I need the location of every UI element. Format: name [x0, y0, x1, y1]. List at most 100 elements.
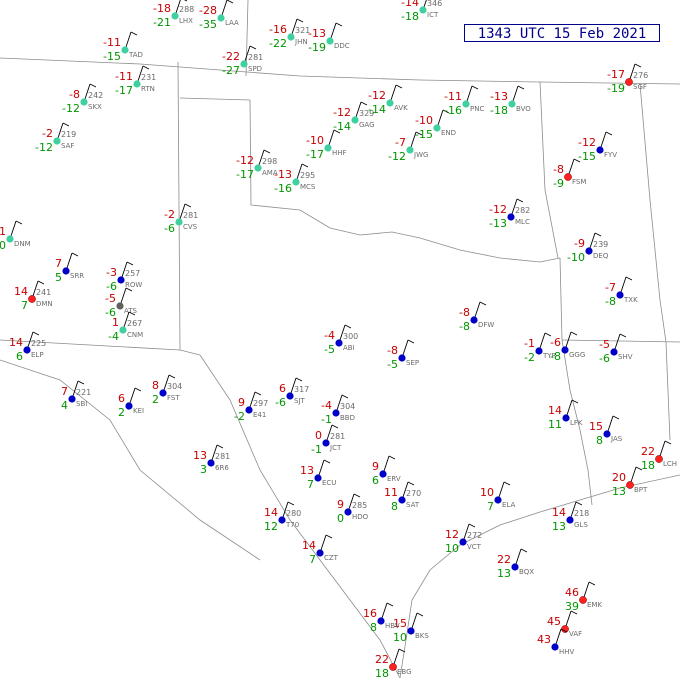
station-id-label: SGF [633, 83, 647, 91]
temperature-value: 0 [315, 429, 322, 442]
dewpoint-value: -22 [269, 37, 287, 50]
sky-cover-marker [344, 508, 352, 516]
pressure-value: 241 [36, 288, 51, 297]
station-id-label: DFW [478, 321, 494, 329]
sky-cover-marker [377, 617, 385, 625]
dewpoint-value: -10 [0, 239, 6, 252]
dewpoint-value: 8 [370, 621, 377, 634]
sky-cover-marker [535, 347, 543, 355]
temperature-value: -9 [574, 237, 585, 250]
dewpoint-value: -19 [308, 41, 326, 54]
sky-cover-marker [278, 516, 286, 524]
sky-cover-marker [433, 124, 441, 132]
sky-cover-marker [314, 474, 322, 482]
sky-cover-marker [561, 346, 569, 354]
station-id-label: AVK [394, 104, 408, 112]
dewpoint-value: -8 [550, 350, 561, 363]
valid-time-title: 1343 UTC 15 Feb 2021 [464, 24, 660, 42]
station-id-label: ROW [125, 281, 142, 289]
temperature-value: -12 [333, 106, 351, 119]
dewpoint-value: 2 [152, 393, 159, 406]
dewpoint-value: -35 [199, 18, 217, 31]
sky-cover-marker [6, 235, 14, 243]
temperature-value: -6 [550, 336, 561, 349]
temperature-value: -4 [321, 399, 332, 412]
dewpoint-value: -17 [115, 84, 133, 97]
pressure-value: 295 [300, 171, 315, 180]
sky-cover-marker [626, 481, 634, 489]
dewpoint-value: -18 [490, 104, 508, 117]
station-id-label: ERV [387, 475, 401, 483]
pressure-value: 219 [61, 130, 76, 139]
temperature-value: 10 [480, 486, 494, 499]
station-id-label: HDO [352, 513, 369, 521]
dewpoint-value: -17 [236, 168, 254, 181]
temperature-value: 12 [445, 528, 459, 541]
sky-cover-marker [207, 459, 215, 467]
temperature-value: 7 [61, 385, 68, 398]
temperature-value: 22 [497, 553, 511, 566]
sky-cover-marker [398, 354, 406, 362]
temperature-value: -1 [524, 337, 535, 350]
station-id-label: GAG [359, 121, 375, 129]
sky-cover-marker [53, 137, 61, 145]
sky-cover-marker [470, 316, 478, 324]
temperature-value: 46 [565, 586, 579, 599]
sky-cover-marker [326, 37, 334, 45]
dewpoint-value: 8 [391, 500, 398, 513]
dewpoint-value: -9 [553, 177, 564, 190]
pressure-value: 276 [633, 71, 648, 80]
dewpoint-value: -21 [153, 16, 171, 29]
temperature-value: -13 [308, 27, 326, 40]
station-id-label: SAF [61, 142, 74, 150]
pressure-value: 267 [127, 319, 142, 328]
station-id-label: SJT [294, 397, 306, 405]
station-id-label: SPD [248, 65, 262, 73]
sky-cover-marker [254, 164, 262, 172]
station-id-label: CVS [183, 223, 198, 231]
dewpoint-value: 13 [552, 520, 566, 533]
temperature-value: -4 [324, 329, 335, 342]
dewpoint-value: -18 [401, 10, 419, 23]
pressure-value: 242 [88, 91, 103, 100]
station-id-label: ECU [322, 479, 336, 487]
temperature-value: 8 [152, 379, 159, 392]
pressure-value: 288 [179, 5, 194, 14]
temperature-value: -18 [153, 2, 171, 15]
station-id-label: 6R6 [215, 464, 229, 472]
station-id-label: FYV [604, 151, 617, 159]
dewpoint-value: 7 [307, 478, 314, 491]
sky-cover-marker [386, 99, 394, 107]
sky-cover-marker [508, 100, 516, 108]
station-id-label: TXK [623, 296, 638, 304]
pressure-value: 298 [262, 157, 277, 166]
dewpoint-value: -12 [35, 141, 53, 154]
pressure-value: 280 [286, 509, 301, 518]
temperature-value: -28 [199, 4, 217, 17]
dewpoint-value: 5 [55, 271, 62, 284]
sky-cover-marker [507, 213, 515, 221]
dewpoint-value: -5 [387, 358, 398, 371]
temperature-value: 13 [300, 464, 314, 477]
station-id-label: LFK [570, 419, 583, 427]
pressure-value: 281 [183, 211, 198, 220]
sky-cover-marker [121, 46, 129, 54]
sky-cover-marker [407, 627, 415, 635]
temperature-value: -11 [115, 70, 133, 83]
dewpoint-value: -8 [459, 320, 470, 333]
dewpoint-value: 10 [445, 542, 459, 555]
station-id-label: BBD [340, 414, 355, 422]
station-id-label: HBV [385, 622, 400, 630]
sky-cover-marker [159, 389, 167, 397]
station-id-label: JHN [294, 38, 308, 46]
sky-cover-marker [585, 247, 593, 255]
temperature-value: -11 [444, 90, 462, 103]
station-id-label: KEI [133, 407, 144, 415]
station-id-label: BVO [516, 105, 531, 113]
dewpoint-value: 18 [641, 459, 655, 472]
station-id-label: DNM [14, 240, 31, 248]
station-id-label: CZT [324, 554, 339, 562]
station-id-label: E41 [253, 411, 266, 419]
sky-cover-marker [406, 146, 414, 154]
dewpoint-value: -15 [103, 50, 121, 63]
